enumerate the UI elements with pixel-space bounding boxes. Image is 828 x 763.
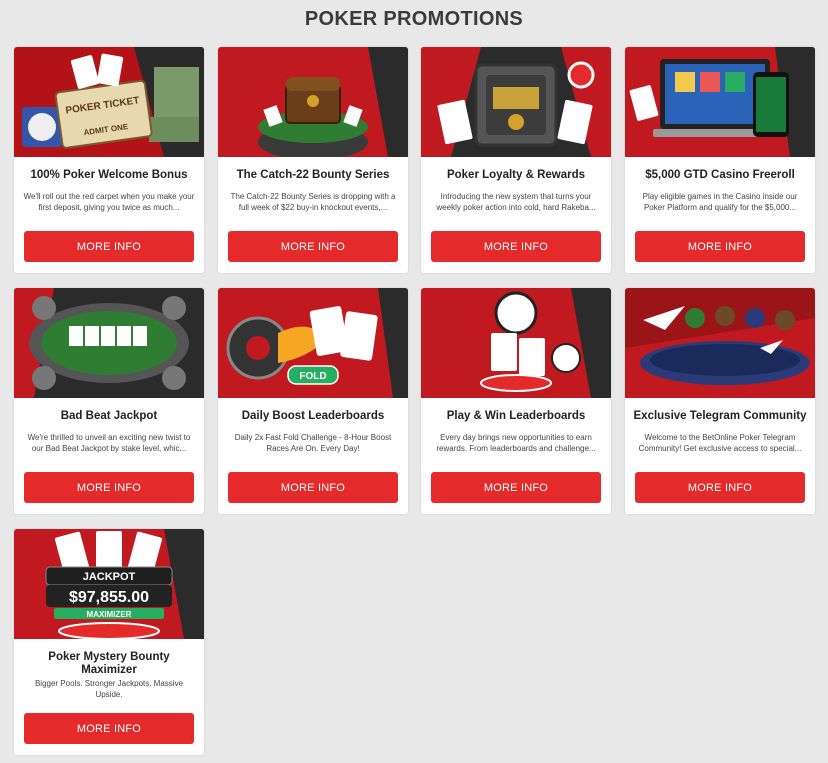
- more-info-button[interactable]: MORE INFO: [635, 231, 805, 262]
- fold-badge-text: FOLD: [299, 371, 326, 382]
- button-label: MORE INFO: [76, 722, 142, 735]
- daily-boost-image[interactable]: FOLD: [218, 288, 408, 398]
- more-info-button[interactable]: MORE INFO: [635, 472, 805, 503]
- promo-card-welcome-bonus: POKER TICKET ADMIT ONE 100% Poker Welcom…: [14, 47, 204, 273]
- promo-card-mystery-bounty: JACKPOT $97,855.00 MAXIMIZER Poker Myste…: [14, 529, 204, 755]
- card-description: Play eligible games in the Casino inside…: [642, 192, 798, 212]
- card-description: Every day brings new opportunities to ea…: [436, 433, 596, 453]
- card-title: Exclusive Telegram Community: [633, 410, 807, 422]
- jackpot-sub: MAXIMIZER: [87, 610, 132, 619]
- more-info-button[interactable]: MORE INFO: [431, 231, 601, 262]
- card-title: 100% Poker Welcome Bonus: [30, 169, 188, 181]
- promo-card-daily-boost: FOLD Daily Boost Leaderboards Daily 2x F…: [218, 288, 408, 514]
- promo-card-telegram: Exclusive Telegram Community Welcome to …: [625, 288, 815, 514]
- button-label: MORE INFO: [483, 481, 549, 494]
- more-info-button[interactable]: MORE INFO: [431, 472, 601, 503]
- card-description: Daily 2x Fast Fold Challenge - 8-Hour Bo…: [234, 433, 392, 453]
- card-description: Welcome to the BetOnline Poker Telegram …: [638, 433, 802, 453]
- card-title: Poker Mystery Bounty Maximizer: [48, 651, 170, 676]
- card-description: We're thrilled to unveil an exciting new…: [27, 433, 191, 453]
- more-info-button[interactable]: MORE INFO: [24, 472, 194, 503]
- mystery-bounty-image[interactable]: JACKPOT $97,855.00 MAXIMIZER: [14, 529, 204, 639]
- bad-beat-jackpot-image[interactable]: [14, 288, 204, 398]
- casino-freeroll-image[interactable]: [625, 47, 815, 157]
- card-title: Bad Beat Jackpot: [60, 410, 158, 422]
- card-description: Bigger Pools. Stronger Jackpots. Massive…: [34, 679, 184, 699]
- card-description: The Catch-22 Bounty Series is dropping w…: [230, 192, 396, 212]
- promo-card-bad-beat-jackpot: Bad Beat Jackpot We're thrilled to unvei…: [14, 288, 204, 514]
- promo-card-catch-22: The Catch-22 Bounty Series The Catch-22 …: [218, 47, 408, 273]
- button-label: MORE INFO: [280, 481, 346, 494]
- card-title: Daily Boost Leaderboards: [241, 410, 385, 422]
- card-title: $5,000 GTD Casino Freeroll: [645, 169, 795, 181]
- jackpot-amount: $97,855.00: [69, 589, 149, 606]
- play-and-win-image[interactable]: [421, 288, 611, 398]
- card-description: We'll roll out the red carpet when you m…: [23, 192, 195, 212]
- more-info-button[interactable]: MORE INFO: [228, 231, 398, 262]
- button-label: MORE INFO: [280, 240, 346, 253]
- more-info-button[interactable]: MORE INFO: [228, 472, 398, 503]
- button-label: MORE INFO: [687, 240, 753, 253]
- card-title: The Catch-22 Bounty Series: [236, 169, 390, 181]
- button-label: MORE INFO: [76, 481, 142, 494]
- promo-card-loyalty-rewards: Poker Loyalty & Rewards Introducing the …: [421, 47, 611, 273]
- button-label: MORE INFO: [483, 240, 549, 253]
- card-title: Play & Win Leaderboards: [446, 410, 586, 422]
- page-title: POKER PROMOTIONS: [304, 8, 524, 30]
- more-info-button[interactable]: MORE INFO: [24, 231, 194, 262]
- loyalty-rewards-image[interactable]: [421, 47, 611, 157]
- button-label: MORE INFO: [76, 240, 142, 253]
- button-label: MORE INFO: [687, 481, 753, 494]
- card-title: Poker Loyalty & Rewards: [446, 169, 586, 181]
- catch-22-image[interactable]: [218, 47, 408, 157]
- telegram-image[interactable]: [625, 288, 815, 398]
- more-info-button[interactable]: MORE INFO: [24, 713, 194, 744]
- promo-card-casino-freeroll: $5,000 GTD Casino Freeroll Play eligible…: [625, 47, 815, 273]
- jackpot-label: JACKPOT: [83, 571, 136, 583]
- card-description: Introducing the new system that turns yo…: [436, 192, 596, 212]
- promo-card-play-and-win: Play & Win Leaderboards Every day brings…: [421, 288, 611, 514]
- welcome-bonus-image[interactable]: POKER TICKET ADMIT ONE: [14, 47, 204, 157]
